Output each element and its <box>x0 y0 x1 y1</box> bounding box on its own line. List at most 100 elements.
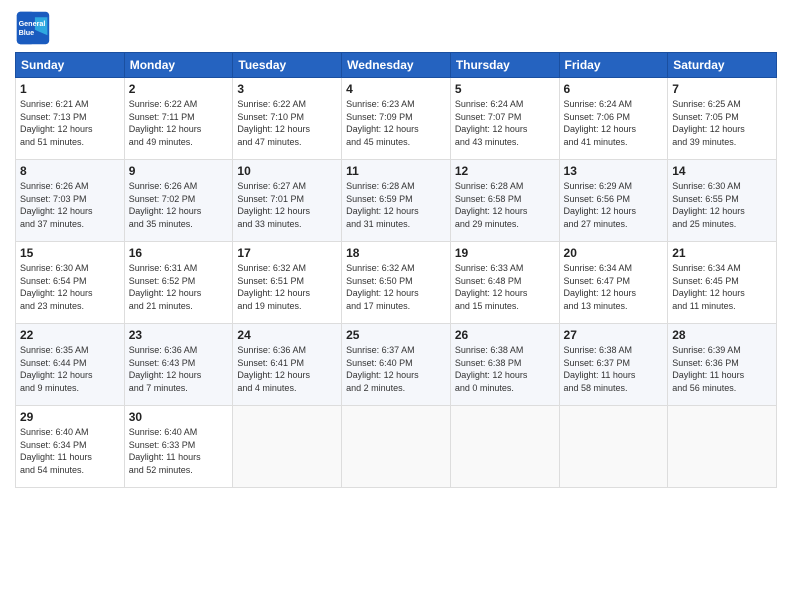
weekday-header-wednesday: Wednesday <box>342 53 451 78</box>
cell-details: Sunrise: 6:35 AMSunset: 6:44 PMDaylight:… <box>20 344 120 394</box>
cell-details: Sunrise: 6:34 AMSunset: 6:47 PMDaylight:… <box>564 262 664 312</box>
calendar-cell: 28Sunrise: 6:39 AMSunset: 6:36 PMDayligh… <box>668 324 777 406</box>
weekday-header-tuesday: Tuesday <box>233 53 342 78</box>
day-number: 26 <box>455 328 555 342</box>
cell-details: Sunrise: 6:27 AMSunset: 7:01 PMDaylight:… <box>237 180 337 230</box>
cell-details: Sunrise: 6:31 AMSunset: 6:52 PMDaylight:… <box>129 262 229 312</box>
day-number: 21 <box>672 246 772 260</box>
cell-details: Sunrise: 6:25 AMSunset: 7:05 PMDaylight:… <box>672 98 772 148</box>
calendar-cell: 1 Sunrise: 6:21 AMSunset: 7:13 PMDaylight… <box>16 78 125 160</box>
cell-details: Sunrise: 6:24 AMSunset: 7:06 PMDaylight:… <box>564 98 664 148</box>
day-number: 9 <box>129 164 229 178</box>
weekday-header-friday: Friday <box>559 53 668 78</box>
header: General Blue <box>15 10 777 46</box>
cell-details: Sunrise: 6:40 AMSunset: 6:34 PMDaylight:… <box>20 426 120 476</box>
calendar-cell: 12 Sunrise: 6:28 AMSunset: 6:58 PMDayligh… <box>450 160 559 242</box>
day-number: 22 <box>20 328 120 342</box>
cell-details: Sunrise: 6:30 AMSunset: 6:55 PMDaylight:… <box>672 180 772 230</box>
calendar-cell: 20 Sunrise: 6:34 AMSunset: 6:47 PMDayligh… <box>559 242 668 324</box>
weekday-header-thursday: Thursday <box>450 53 559 78</box>
calendar-table: SundayMondayTuesdayWednesdayThursdayFrid… <box>15 52 777 488</box>
cell-details: Sunrise: 6:38 AMSunset: 6:37 PMDaylight:… <box>564 344 664 394</box>
calendar-cell <box>559 406 668 488</box>
calendar-cell: 17Sunrise: 6:32 AMSunset: 6:51 PMDayligh… <box>233 242 342 324</box>
calendar-cell: 24Sunrise: 6:36 AMSunset: 6:41 PMDayligh… <box>233 324 342 406</box>
calendar-week-1: 1 Sunrise: 6:21 AMSunset: 7:13 PMDaylight… <box>16 78 777 160</box>
calendar-cell: 2 Sunrise: 6:22 AMSunset: 7:11 PMDaylight… <box>124 78 233 160</box>
calendar-cell: 18Sunrise: 6:32 AMSunset: 6:50 PMDayligh… <box>342 242 451 324</box>
day-number: 7 <box>672 82 772 96</box>
calendar-week-3: 15Sunrise: 6:30 AMSunset: 6:54 PMDayligh… <box>16 242 777 324</box>
weekday-header-monday: Monday <box>124 53 233 78</box>
cell-details: Sunrise: 6:28 AMSunset: 6:58 PMDaylight:… <box>455 180 555 230</box>
calendar-cell: 10 Sunrise: 6:27 AMSunset: 7:01 PMDayligh… <box>233 160 342 242</box>
calendar-cell: 3 Sunrise: 6:22 AMSunset: 7:10 PMDaylight… <box>233 78 342 160</box>
calendar-week-4: 22 Sunrise: 6:35 AMSunset: 6:44 PMDayligh… <box>16 324 777 406</box>
logo: General Blue <box>15 10 55 46</box>
day-number: 25 <box>346 328 446 342</box>
weekday-header-saturday: Saturday <box>668 53 777 78</box>
calendar-cell: 30Sunrise: 6:40 AMSunset: 6:33 PMDayligh… <box>124 406 233 488</box>
cell-details: Sunrise: 6:29 AMSunset: 6:56 PMDaylight:… <box>564 180 664 230</box>
cell-details: Sunrise: 6:36 AMSunset: 6:41 PMDaylight:… <box>237 344 337 394</box>
day-number: 11 <box>346 164 446 178</box>
calendar-cell: 8Sunrise: 6:26 AMSunset: 7:03 PMDaylight… <box>16 160 125 242</box>
cell-details: Sunrise: 6:33 AMSunset: 6:48 PMDaylight:… <box>455 262 555 312</box>
day-number: 13 <box>564 164 664 178</box>
cell-details: Sunrise: 6:34 AMSunset: 6:45 PMDaylight:… <box>672 262 772 312</box>
calendar-cell: 29 Sunrise: 6:40 AMSunset: 6:34 PMDayligh… <box>16 406 125 488</box>
cell-details: Sunrise: 6:40 AMSunset: 6:33 PMDaylight:… <box>129 426 229 476</box>
calendar-cell: 14Sunrise: 6:30 AMSunset: 6:55 PMDayligh… <box>668 160 777 242</box>
cell-details: Sunrise: 6:38 AMSunset: 6:38 PMDaylight:… <box>455 344 555 394</box>
cell-details: Sunrise: 6:32 AMSunset: 6:51 PMDaylight:… <box>237 262 337 312</box>
calendar-week-2: 8Sunrise: 6:26 AMSunset: 7:03 PMDaylight… <box>16 160 777 242</box>
weekday-header-row: SundayMondayTuesdayWednesdayThursdayFrid… <box>16 53 777 78</box>
calendar-cell: 4 Sunrise: 6:23 AMSunset: 7:09 PMDaylight… <box>342 78 451 160</box>
calendar-cell <box>342 406 451 488</box>
calendar-week-5: 29 Sunrise: 6:40 AMSunset: 6:34 PMDayligh… <box>16 406 777 488</box>
calendar-cell <box>668 406 777 488</box>
calendar-cell <box>233 406 342 488</box>
cell-details: Sunrise: 6:39 AMSunset: 6:36 PMDaylight:… <box>672 344 772 394</box>
calendar-cell: 11 Sunrise: 6:28 AMSunset: 6:59 PMDayligh… <box>342 160 451 242</box>
day-number: 1 <box>20 82 120 96</box>
calendar-cell: 5 Sunrise: 6:24 AMSunset: 7:07 PMDaylight… <box>450 78 559 160</box>
calendar-cell: 27 Sunrise: 6:38 AMSunset: 6:37 PMDayligh… <box>559 324 668 406</box>
cell-details: Sunrise: 6:22 AMSunset: 7:11 PMDaylight:… <box>129 98 229 148</box>
day-number: 16 <box>129 246 229 260</box>
day-number: 6 <box>564 82 664 96</box>
calendar-cell <box>450 406 559 488</box>
cell-details: Sunrise: 6:23 AMSunset: 7:09 PMDaylight:… <box>346 98 446 148</box>
cell-details: Sunrise: 6:32 AMSunset: 6:50 PMDaylight:… <box>346 262 446 312</box>
day-number: 5 <box>455 82 555 96</box>
cell-details: Sunrise: 6:24 AMSunset: 7:07 PMDaylight:… <box>455 98 555 148</box>
calendar-cell: 21 Sunrise: 6:34 AMSunset: 6:45 PMDayligh… <box>668 242 777 324</box>
calendar-header: SundayMondayTuesdayWednesdayThursdayFrid… <box>16 53 777 78</box>
calendar-cell: 26 Sunrise: 6:38 AMSunset: 6:38 PMDayligh… <box>450 324 559 406</box>
day-number: 29 <box>20 410 120 424</box>
cell-details: Sunrise: 6:21 AMSunset: 7:13 PMDaylight:… <box>20 98 120 148</box>
calendar-body: 1 Sunrise: 6:21 AMSunset: 7:13 PMDaylight… <box>16 78 777 488</box>
calendar-cell: 25Sunrise: 6:37 AMSunset: 6:40 PMDayligh… <box>342 324 451 406</box>
day-number: 12 <box>455 164 555 178</box>
day-number: 20 <box>564 246 664 260</box>
calendar-cell: 19Sunrise: 6:33 AMSunset: 6:48 PMDayligh… <box>450 242 559 324</box>
svg-text:General: General <box>19 19 46 28</box>
calendar-cell: 7 Sunrise: 6:25 AMSunset: 7:05 PMDaylight… <box>668 78 777 160</box>
cell-details: Sunrise: 6:36 AMSunset: 6:43 PMDaylight:… <box>129 344 229 394</box>
calendar-cell: 15Sunrise: 6:30 AMSunset: 6:54 PMDayligh… <box>16 242 125 324</box>
cell-details: Sunrise: 6:28 AMSunset: 6:59 PMDaylight:… <box>346 180 446 230</box>
cell-details: Sunrise: 6:30 AMSunset: 6:54 PMDaylight:… <box>20 262 120 312</box>
cell-details: Sunrise: 6:26 AMSunset: 7:03 PMDaylight:… <box>20 180 120 230</box>
day-number: 4 <box>346 82 446 96</box>
day-number: 27 <box>564 328 664 342</box>
day-number: 23 <box>129 328 229 342</box>
page-container: General Blue SundayMondayTuesdayWednesda… <box>0 0 792 498</box>
calendar-cell: 13 Sunrise: 6:29 AMSunset: 6:56 PMDayligh… <box>559 160 668 242</box>
logo-icon: General Blue <box>15 10 51 46</box>
calendar-cell: 16 Sunrise: 6:31 AMSunset: 6:52 PMDayligh… <box>124 242 233 324</box>
cell-details: Sunrise: 6:22 AMSunset: 7:10 PMDaylight:… <box>237 98 337 148</box>
day-number: 3 <box>237 82 337 96</box>
day-number: 10 <box>237 164 337 178</box>
day-number: 2 <box>129 82 229 96</box>
